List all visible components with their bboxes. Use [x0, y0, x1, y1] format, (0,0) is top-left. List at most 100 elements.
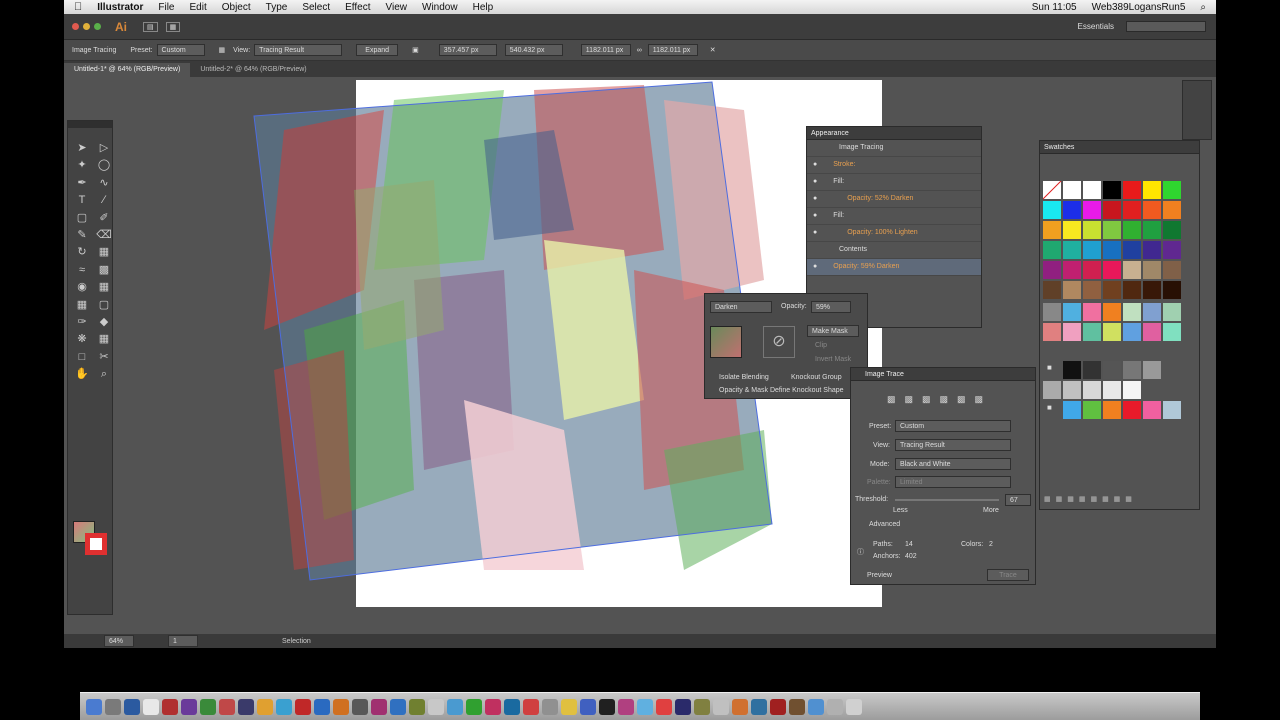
menu-view[interactable]: View — [386, 2, 408, 13]
opacity-3-label[interactable]: Opacity: 59% Darken — [833, 263, 899, 270]
appearance-fill-1[interactable]: ● Fill: — [807, 174, 981, 191]
dock-app-icon[interactable] — [257, 698, 273, 715]
minimize-dot[interactable] — [83, 23, 90, 30]
isolate-blending-checkbox[interactable]: Isolate Blending — [719, 374, 769, 381]
dock-app-icon[interactable] — [333, 698, 349, 715]
trace-mode-dropdown[interactable]: Black and White — [895, 458, 1011, 470]
free-transform-tool-icon[interactable]: ▩ — [95, 262, 113, 279]
height-field[interactable]: 1182.011 px — [647, 44, 698, 56]
zoom-tool-icon[interactable]: ⌕ — [95, 366, 113, 383]
appearance-opacity-2[interactable]: ● Opacity: 100% Lighten — [807, 225, 981, 242]
dock-app-icon[interactable] — [618, 698, 634, 715]
dock-app-icon[interactable] — [808, 698, 824, 715]
threshold-slider[interactable] — [895, 499, 999, 501]
menu-effect[interactable]: Effect — [345, 2, 370, 13]
appearance-object[interactable]: Image Tracing — [807, 140, 981, 157]
scale-tool-icon[interactable]: ▦ — [95, 244, 113, 261]
preview-checkbox[interactable]: Preview — [867, 572, 892, 579]
menu-edit[interactable]: Edit — [190, 2, 207, 13]
transform-icon[interactable]: ✕ — [710, 46, 716, 54]
zoom-field[interactable]: 64% — [104, 635, 134, 647]
dock-app-icon[interactable] — [732, 698, 748, 715]
opacity-2-label[interactable]: Opacity: 100% Lighten — [847, 229, 917, 236]
rectangle-tool-icon[interactable]: ▢ — [73, 210, 91, 227]
app-menu[interactable]: Illustrator — [97, 2, 143, 13]
folder-icon[interactable]: ■ — [1047, 363, 1052, 372]
dock-app-icon[interactable] — [124, 698, 140, 715]
search-help-field[interactable] — [1126, 21, 1206, 32]
dock-app-icon[interactable] — [314, 698, 330, 715]
knockout-group-checkbox[interactable]: Knockout Group — [791, 374, 842, 381]
dock-app-icon[interactable] — [371, 698, 387, 715]
clip-checkbox[interactable]: Clip — [815, 342, 827, 349]
dock-app-icon[interactable] — [86, 698, 102, 715]
eyedropper-tool-icon[interactable]: ✑ — [73, 314, 91, 331]
clock[interactable]: Sun 11:05 — [1032, 2, 1077, 13]
trace-options-icon[interactable]: ▦ — [219, 46, 226, 54]
expand-button[interactable]: Expand — [356, 44, 399, 56]
threshold-field[interactable]: 67 — [1005, 494, 1031, 506]
dock-app-icon[interactable] — [751, 698, 767, 715]
dock-app-icon[interactable] — [162, 698, 178, 715]
menu-object[interactable]: Object — [222, 2, 251, 13]
fill-stroke-swatch[interactable] — [73, 521, 107, 555]
dock-app-icon[interactable] — [181, 698, 197, 715]
apple-icon[interactable]:  — [74, 1, 82, 13]
dock-app-icon[interactable] — [675, 698, 691, 715]
dock-app-icon[interactable] — [447, 698, 463, 715]
dock-app-icon[interactable] — [827, 698, 843, 715]
menu-window[interactable]: Window — [422, 2, 458, 13]
dock-app-icon[interactable] — [428, 698, 444, 715]
dock-app-icon[interactable] — [713, 698, 729, 715]
eye-icon[interactable]: ● — [813, 229, 817, 236]
mesh-tool-icon[interactable]: ▦ — [73, 297, 91, 314]
dock-app-icon[interactable] — [390, 698, 406, 715]
appearance-contents[interactable]: Contents — [807, 242, 981, 259]
view-dropdown[interactable]: Tracing Result — [254, 44, 343, 56]
trace-view-dropdown[interactable]: Tracing Result — [895, 439, 1011, 451]
slice-tool-icon[interactable]: ✂ — [95, 349, 113, 366]
selection-tool-icon[interactable]: ➤ — [73, 140, 91, 157]
trace-preset-dropdown[interactable]: Custom — [895, 420, 1011, 432]
zoom-dot[interactable] — [94, 23, 101, 30]
graph-tool-icon[interactable]: ▦ — [95, 331, 113, 348]
x-field[interactable]: 357.457 px — [438, 44, 497, 56]
blend-mode-dropdown[interactable]: Darken — [710, 301, 772, 313]
knockout-shape-checkbox[interactable]: Opacity & Mask Define Knockout Shape — [719, 387, 844, 394]
rotate-tool-icon[interactable]: ↻ — [73, 244, 91, 261]
dock-app-icon[interactable] — [143, 698, 159, 715]
dock-app-icon[interactable] — [352, 698, 368, 715]
eye-icon[interactable]: ● — [813, 161, 817, 168]
dock-app-icon[interactable] — [409, 698, 425, 715]
folder-icon[interactable]: ■ — [1047, 403, 1052, 412]
reference-point-icon[interactable]: ▣ — [412, 46, 419, 54]
menu-select[interactable]: Select — [302, 2, 330, 13]
dock-app-icon[interactable] — [580, 698, 596, 715]
warp-tool-icon[interactable]: ≈ — [73, 262, 91, 279]
swatch-grid[interactable] — [1043, 181, 1193, 441]
dock-app-icon[interactable] — [485, 698, 501, 715]
dock-app-icon[interactable] — [656, 698, 672, 715]
close-dot[interactable] — [72, 23, 79, 30]
dock-app-icon[interactable] — [789, 698, 805, 715]
line-tool-icon[interactable]: ∕ — [95, 192, 113, 209]
arrange-icon[interactable]: ▦ — [165, 21, 181, 32]
magic-wand-tool-icon[interactable]: ✦ — [73, 157, 91, 174]
advanced-toggle[interactable]: Advanced — [869, 521, 900, 528]
dock-app-icon[interactable] — [846, 698, 862, 715]
tab-untitled-1[interactable]: Untitled-1* @ 64% (RGB/Preview) — [64, 63, 191, 77]
appearance-opacity-1[interactable]: ● Opacity: 52% Darken — [807, 191, 981, 208]
hand-tool-icon[interactable]: ✋ — [73, 366, 91, 383]
artwork-thumbnail[interactable] — [710, 326, 742, 358]
direct-selection-tool-icon[interactable]: ▷ — [95, 140, 113, 157]
dock-app-icon[interactable] — [637, 698, 653, 715]
pencil-tool-icon[interactable]: ✎ — [73, 227, 91, 244]
gradient-tool-icon[interactable]: ▢ — [95, 297, 113, 314]
spotlight-icon[interactable]: ⌕ — [1200, 2, 1206, 13]
symbol-sprayer-tool-icon[interactable]: ❋ — [73, 331, 91, 348]
eye-icon[interactable]: ● — [813, 263, 817, 270]
eraser-tool-icon[interactable]: ⌫ — [95, 227, 113, 244]
bridge-icon[interactable]: ▤ — [143, 21, 158, 32]
workspace-switcher[interactable]: Essentials — [1078, 22, 1114, 31]
y-field[interactable]: 540.432 px — [504, 44, 563, 56]
